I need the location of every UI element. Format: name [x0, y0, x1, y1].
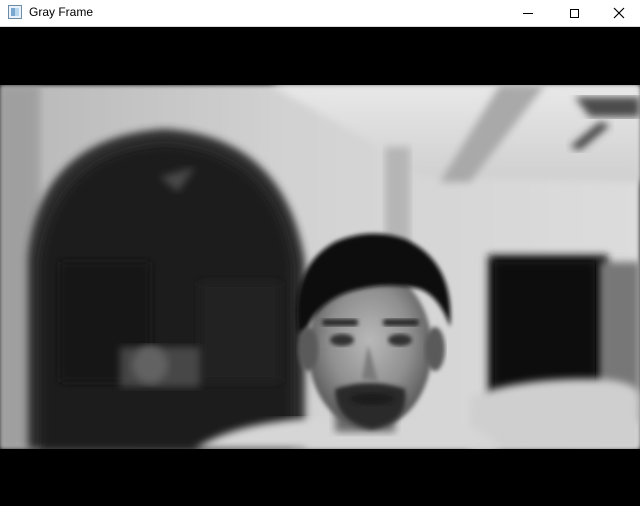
app-icon	[8, 5, 22, 19]
minimize-button[interactable]	[505, 0, 551, 26]
maximize-icon	[569, 8, 579, 18]
grayscale-webcam-image	[0, 27, 640, 506]
video-frame	[0, 27, 640, 506]
title-bar[interactable]: Gray Frame	[0, 0, 640, 27]
gray-frame-window: Gray Frame	[0, 0, 640, 506]
maximize-button[interactable]	[551, 0, 597, 26]
close-icon	[613, 7, 624, 19]
window-title: Gray Frame	[29, 5, 94, 19]
minimize-icon	[523, 12, 533, 14]
close-button[interactable]	[597, 0, 640, 26]
